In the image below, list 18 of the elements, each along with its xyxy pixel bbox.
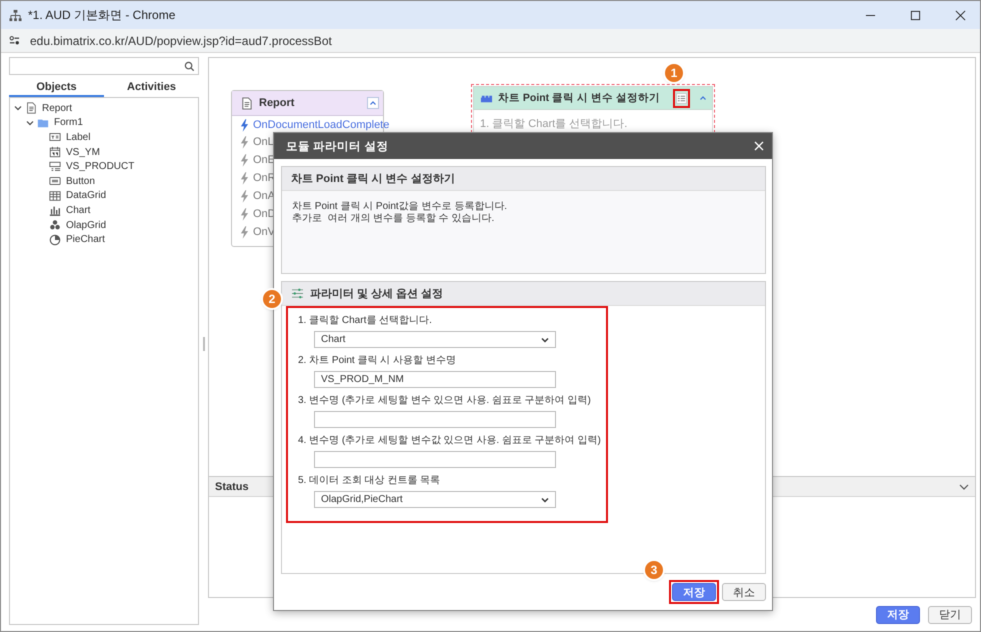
description-text: 차트 Point 클릭 시 Point값을 변수로 등록합니다. <box>292 201 508 213</box>
step-badge: 3 <box>645 561 663 579</box>
step-badge: 2 <box>263 290 281 308</box>
step-text: 1. 클릭할 Chart를 선택합니다. <box>480 118 628 130</box>
field-label: 3. 변수명 (추가로 세팅할 변수 있으면 사용. 쉼표로 구분하여 입력) <box>298 395 591 407</box>
panel-title: Status <box>215 480 249 492</box>
field-label: 1. 클릭할 Chart를 선택합니다. <box>298 315 432 327</box>
dialog-title: 모듈 파라미터 설정 <box>286 140 388 154</box>
field-label: 4. 변수명 (추가로 세팅할 변수값 있으면 사용. 쉼표로 구분하여 입력) <box>298 435 601 447</box>
section-title: 파라미터 및 상세 옵션 설정 <box>310 287 444 301</box>
section-title: 차트 Point 클릭 시 변수 설정하기 <box>291 172 455 186</box>
description-text: 추가로 여러 개의 변수를 등록할 수 있습니다. <box>292 213 496 225</box>
node-title: 차트 Point 클릭 시 변수 설정하기 <box>498 91 660 105</box>
window-title: *1. AUD 기본화면 - Chrome <box>28 6 176 24</box>
field-label: 2. 차트 Point 클릭 시 사용할 변수명 <box>298 355 456 367</box>
field-label: 5. 데이터 조회 대상 컨트롤 목록 <box>298 475 440 487</box>
step-badge: 1 <box>665 64 683 82</box>
node-title: Report <box>259 97 294 109</box>
